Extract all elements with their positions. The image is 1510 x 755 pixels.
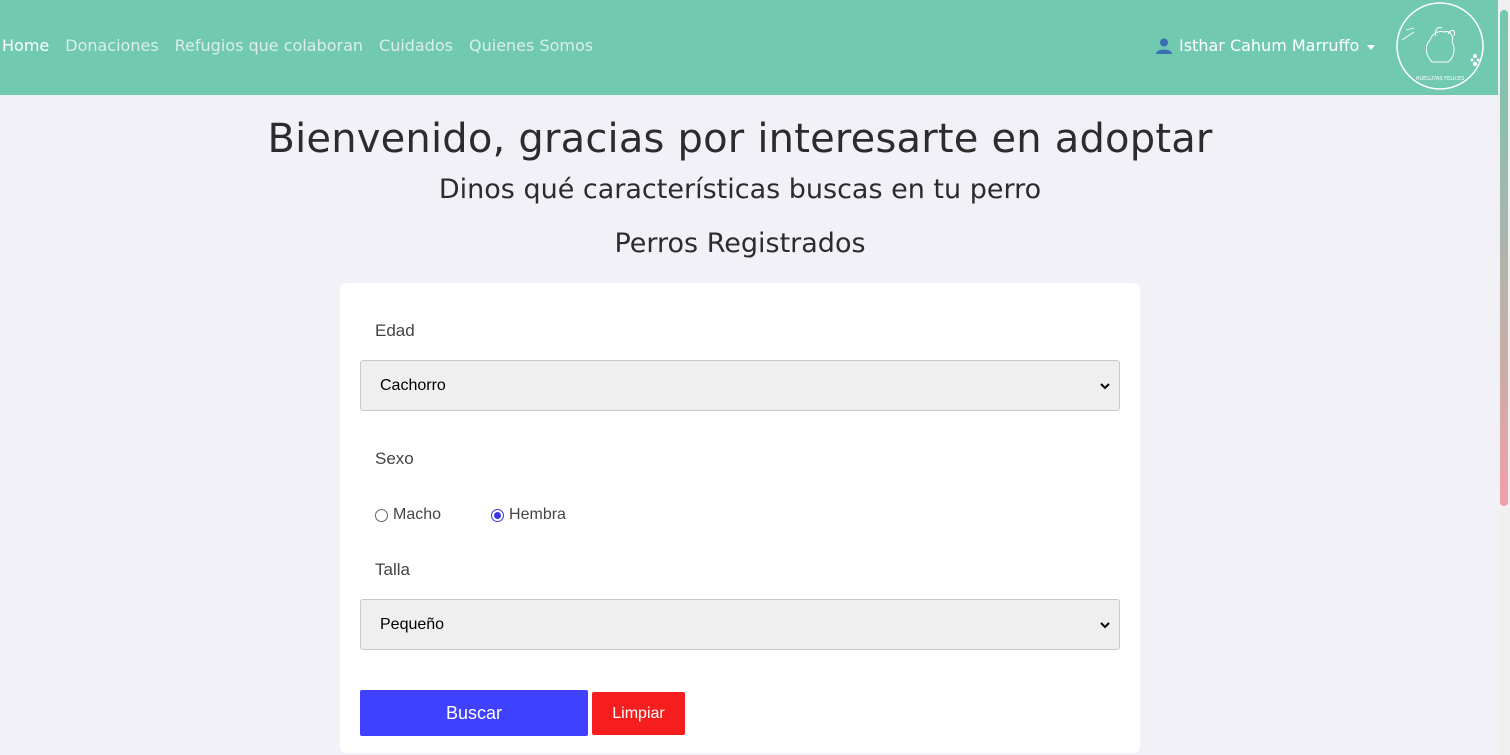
nav-link-cuidados[interactable]: Cuidados [379,36,453,56]
user-icon [1156,38,1172,54]
edad-label: Edad [375,321,415,340]
navbar: Home Donaciones Refugios que colaboran C… [0,0,1498,95]
chevron-down-icon [1100,382,1110,389]
nav-link-home[interactable]: Home [2,36,49,56]
edad-select-value: Cachorro [380,376,446,394]
sexo-label: Sexo [375,449,414,468]
radio-option-hembra[interactable]: Hembra [491,506,566,524]
chevron-down-icon [1367,44,1376,50]
user-menu-dropdown[interactable]: Isthar Cahum Marruffo [1155,36,1376,56]
nav-links: Home Donaciones Refugios que colaboran C… [2,36,609,56]
radio-option-macho[interactable]: Macho [375,506,441,524]
edad-select[interactable]: Cachorro [360,360,1120,411]
search-form-card: Edad Cachorro Sexo Macho Hembra Talla Pe… [340,283,1140,753]
section-title: Perros Registrados [614,228,866,259]
page-title: Bienvenido, gracias por interesarte en a… [267,116,1213,162]
radio-macho-label: Macho [393,506,442,523]
sexo-radio-group: Macho Hembra [375,506,616,524]
nav-link-donaciones[interactable]: Donaciones [65,36,158,56]
talla-select-value: Pequeño [380,615,445,633]
nav-link-refugios[interactable]: Refugios que colaboran [175,36,363,56]
nav-link-quienes-somos[interactable]: Quienes Somos [469,36,593,56]
chevron-down-icon [1100,621,1110,628]
talla-label: Talla [375,560,410,579]
scrollbar-thumb[interactable] [1500,10,1508,506]
logo[interactable]: HUELLITAS FELICES [1392,0,1488,92]
talla-select[interactable]: Pequeño [360,599,1120,650]
radio-hembra[interactable] [491,508,505,522]
user-name: Isthar Cahum Marruffo [1179,36,1360,55]
scrollbar[interactable] [1498,0,1510,755]
page-subtitle: Dinos qué características buscas en tu p… [438,174,1042,205]
radio-hembra-label: Hembra [509,506,566,523]
radio-macho[interactable] [375,508,388,522]
logo-text: HUELLITAS FELICES [1416,76,1465,82]
buscar-button[interactable]: Buscar [360,690,588,736]
limpiar-button[interactable]: Limpiar [592,692,685,735]
